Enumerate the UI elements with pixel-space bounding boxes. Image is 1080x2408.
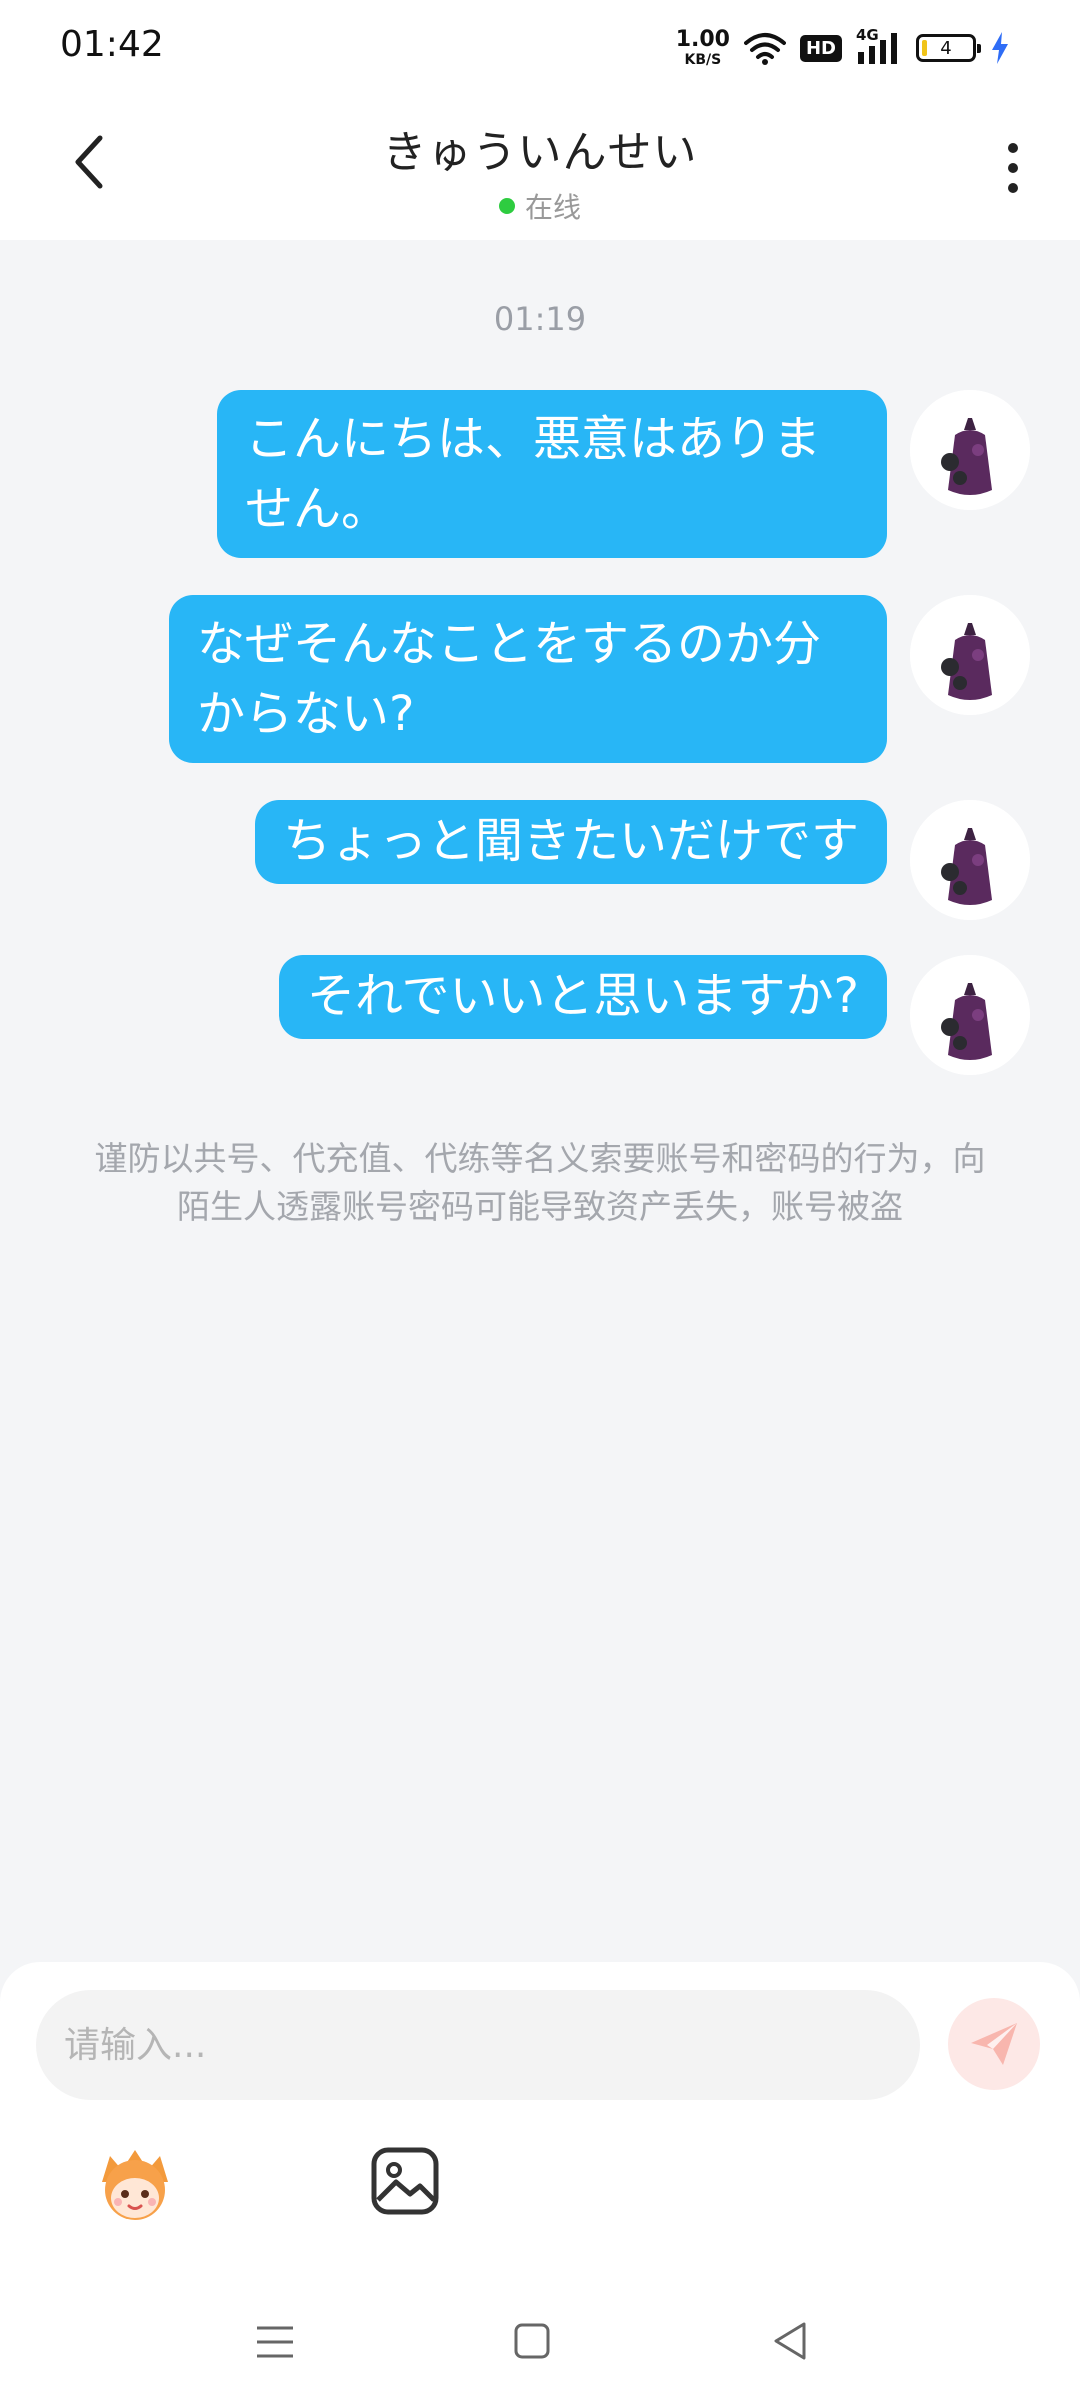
message-bubble[interactable]: こんにちは、悪意はありません。 xyxy=(217,390,887,558)
avatar[interactable] xyxy=(910,800,1030,920)
avatar[interactable] xyxy=(910,595,1030,715)
message-bubble[interactable]: なぜそんなことをするのか分からない? xyxy=(169,595,887,763)
contact-info: きゅういんせい 在线 xyxy=(200,116,880,226)
security-notice: 谨防以共号、代充值、代练等名义索要账号和密码的行为，向陌生人透露账号密码可能导致… xyxy=(94,1139,986,1226)
avatar-character-icon xyxy=(910,595,1030,715)
avatar-character-icon xyxy=(910,955,1030,1075)
avatar-character-icon xyxy=(910,800,1030,920)
status-time: 01:42 xyxy=(60,24,164,65)
battery-icon: 4 xyxy=(916,34,981,62)
net-speed-unit: KB/S xyxy=(684,52,722,68)
hd-badge: HD xyxy=(799,34,842,62)
avatar-character-icon xyxy=(910,390,1030,510)
online-status: 在线 xyxy=(498,186,581,226)
status-bar: 01:42 1.00 KB/S HD 4G 4 xyxy=(0,0,1080,96)
net-speed: 1.00 KB/S xyxy=(675,27,730,68)
system-navbar xyxy=(0,2290,1080,2408)
back-arrow-icon[interactable] xyxy=(62,132,122,192)
emoji-sticker-icon[interactable] xyxy=(92,2142,178,2228)
status-icons: 1.00 KB/S HD 4G 4 xyxy=(676,26,1010,70)
back-triangle-icon[interactable] xyxy=(770,2320,810,2362)
online-dot-icon xyxy=(498,198,515,214)
more-options-icon[interactable] xyxy=(998,138,1028,198)
contact-name: きゅういんせい xyxy=(382,127,698,178)
battery-level: 4 xyxy=(940,37,952,59)
signal-icon xyxy=(858,33,897,64)
home-icon[interactable] xyxy=(513,2322,551,2360)
online-status-label: 在线 xyxy=(524,191,581,224)
image-icon[interactable] xyxy=(370,2146,440,2216)
signal-indicator: 4G xyxy=(856,26,902,66)
send-icon xyxy=(971,2023,1017,2065)
avatar[interactable] xyxy=(910,955,1030,1075)
send-button[interactable] xyxy=(948,1998,1040,2090)
message-input[interactable] xyxy=(36,1990,920,2100)
net-speed-value: 1.00 xyxy=(675,27,730,52)
message-bubble[interactable]: それでいいと思いますか? xyxy=(278,955,887,1039)
message-bubble[interactable]: ちょっと聞きたいだけです xyxy=(254,800,887,884)
chat-header: きゅういんせい 在线 xyxy=(0,96,1080,240)
recent-apps-icon[interactable] xyxy=(255,2322,295,2362)
message-timestamp: 01:19 xyxy=(493,300,587,338)
wifi-icon xyxy=(743,33,786,65)
avatar[interactable] xyxy=(910,390,1030,510)
charging-icon xyxy=(992,32,1008,64)
